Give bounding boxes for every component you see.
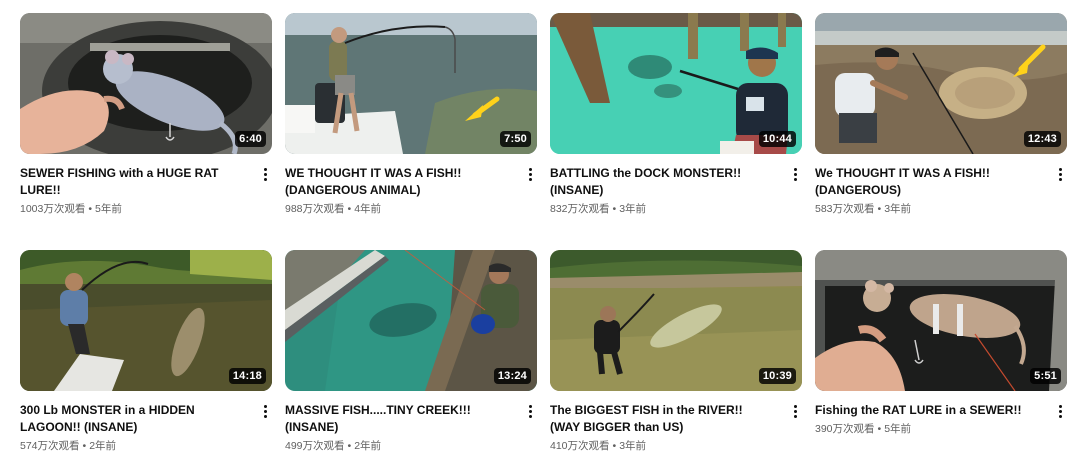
upload-age: 3年前 (884, 203, 912, 215)
video-thumbnail[interactable]: 10:44 (550, 13, 802, 154)
separator: • (88, 203, 93, 215)
separator: • (877, 423, 882, 435)
video-meta: SEWER FISHING with a HUGE RAT LURE!! 100… (20, 165, 272, 216)
duration-badge: 12:43 (1023, 131, 1061, 147)
view-count: 988万次观看 (285, 203, 345, 215)
video-title[interactable]: 300 Lb MONSTER in a HIDDEN LAGOON!! (INS… (20, 402, 246, 436)
separator: • (347, 203, 352, 215)
video-stats: 499万次观看 • 2年前 (285, 439, 537, 453)
separator: • (877, 203, 882, 215)
video-card: 10:39 The BIGGEST FISH in the RIVER!! (W… (550, 250, 802, 465)
duration-badge: 14:18 (228, 368, 266, 384)
upload-age: 4年前 (354, 203, 382, 215)
video-stats: 988万次观看 • 4年前 (285, 202, 537, 216)
separator: • (612, 440, 617, 452)
view-count: 832万次观看 (550, 203, 610, 215)
upload-age: 3年前 (619, 203, 647, 215)
duration-badge: 10:39 (758, 368, 796, 384)
video-card: 10:44 BATTLING the DOCK MONSTER!! (INSAN… (550, 13, 802, 228)
duration-badge: 13:24 (493, 368, 531, 384)
view-count: 499万次观看 (285, 440, 345, 452)
video-title[interactable]: SEWER FISHING with a HUGE RAT LURE!! (20, 165, 246, 199)
video-meta: WE THOUGHT IT WAS A FISH!! (DANGEROUS AN… (285, 165, 537, 216)
view-count: 410万次观看 (550, 440, 610, 452)
video-title[interactable]: BATTLING the DOCK MONSTER!! (INSANE) (550, 165, 776, 199)
video-meta: MASSIVE FISH.....TINY CREEK!!! (INSANE) … (285, 402, 537, 453)
video-title[interactable]: MASSIVE FISH.....TINY CREEK!!! (INSANE) (285, 402, 511, 436)
video-card: 7:50 WE THOUGHT IT WAS A FISH!! (DANGERO… (285, 13, 537, 228)
video-title[interactable]: The BIGGEST FISH in the RIVER!! (WAY BIG… (550, 402, 776, 436)
video-title[interactable]: Fishing the RAT LURE in a SEWER!! (815, 402, 1041, 419)
video-stats: 583万次观看 • 3年前 (815, 202, 1067, 216)
video-thumbnail[interactable]: 5:51 (815, 250, 1067, 391)
more-vert-icon[interactable] (1053, 401, 1067, 421)
video-meta: BATTLING the DOCK MONSTER!! (INSANE) 832… (550, 165, 802, 216)
more-vert-icon[interactable] (258, 401, 272, 421)
video-card: 12:43 We THOUGHT IT WAS A FISH!! (DANGER… (815, 13, 1067, 228)
view-count: 390万次观看 (815, 423, 875, 435)
video-stats: 1003万次观看 • 5年前 (20, 202, 272, 216)
more-vert-icon[interactable] (788, 164, 802, 184)
video-stats: 832万次观看 • 3年前 (550, 202, 802, 216)
upload-age: 2年前 (89, 440, 117, 452)
upload-age: 5年前 (95, 203, 122, 215)
more-vert-icon[interactable] (523, 164, 537, 184)
upload-age: 3年前 (619, 440, 647, 452)
video-card: 13:24 MASSIVE FISH.....TINY CREEK!!! (IN… (285, 250, 537, 465)
video-card: 14:18 300 Lb MONSTER in a HIDDEN LAGOON!… (20, 250, 272, 465)
upload-age: 5年前 (884, 423, 912, 435)
duration-badge: 5:51 (1030, 368, 1061, 384)
duration-badge: 7:50 (500, 131, 531, 147)
more-vert-icon[interactable] (1053, 164, 1067, 184)
view-count: 583万次观看 (815, 203, 875, 215)
separator: • (347, 440, 352, 452)
separator: • (612, 203, 617, 215)
separator: • (82, 440, 87, 452)
video-card: 6:40 SEWER FISHING with a HUGE RAT LURE!… (20, 13, 272, 228)
video-grid: 6:40 SEWER FISHING with a HUGE RAT LURE!… (20, 13, 1067, 465)
video-title[interactable]: We THOUGHT IT WAS A FISH!! (DANGEROUS) (815, 165, 1041, 199)
more-vert-icon[interactable] (258, 164, 272, 184)
video-thumbnail[interactable]: 14:18 (20, 250, 272, 391)
video-title[interactable]: WE THOUGHT IT WAS A FISH!! (DANGEROUS AN… (285, 165, 511, 199)
video-thumbnail[interactable]: 13:24 (285, 250, 537, 391)
video-thumbnail[interactable]: 7:50 (285, 13, 537, 154)
more-vert-icon[interactable] (788, 401, 802, 421)
video-card: 5:51 Fishing the RAT LURE in a SEWER!! 3… (815, 250, 1067, 465)
upload-age: 2年前 (354, 440, 382, 452)
more-vert-icon[interactable] (523, 401, 537, 421)
view-count: 574万次观看 (20, 440, 80, 452)
duration-badge: 6:40 (235, 131, 266, 147)
video-stats: 390万次观看 • 5年前 (815, 422, 1067, 436)
video-thumbnail[interactable]: 12:43 (815, 13, 1067, 154)
view-count: 1003万次观看 (20, 203, 86, 215)
video-stats: 410万次观看 • 3年前 (550, 439, 802, 453)
video-meta: Fishing the RAT LURE in a SEWER!! 390万次观… (815, 402, 1067, 436)
duration-badge: 10:44 (758, 131, 796, 147)
video-stats: 574万次观看 • 2年前 (20, 439, 272, 453)
video-meta: The BIGGEST FISH in the RIVER!! (WAY BIG… (550, 402, 802, 453)
video-meta: 300 Lb MONSTER in a HIDDEN LAGOON!! (INS… (20, 402, 272, 453)
video-thumbnail[interactable]: 10:39 (550, 250, 802, 391)
video-meta: We THOUGHT IT WAS A FISH!! (DANGEROUS) 5… (815, 165, 1067, 216)
video-thumbnail[interactable]: 6:40 (20, 13, 272, 154)
